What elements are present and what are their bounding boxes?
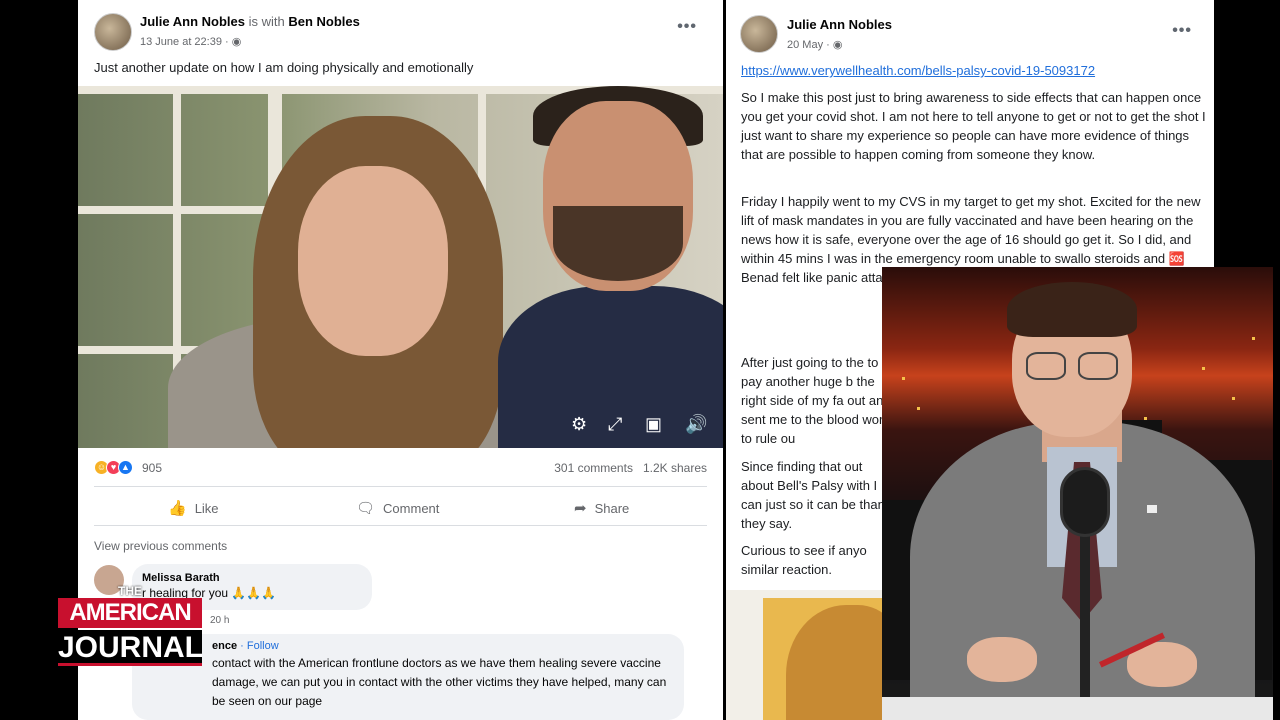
author-name[interactable]: Julie Ann Nobles [140, 14, 245, 29]
commenter-name-line: ence · Follow [142, 640, 674, 652]
show-logo: THE AMERICAN JOURNAL [56, 584, 204, 672]
share-button[interactable]: ➦ Share [574, 499, 629, 517]
more-options-icon[interactable]: ••• [1172, 22, 1192, 40]
share-icon: ➦ [574, 500, 587, 517]
post-meta: 20 May · ◉ [787, 38, 842, 51]
like-icon: ▲ [118, 460, 133, 475]
post-header: Julie Ann Nobles [787, 17, 892, 32]
post-paragraph: Since finding that out about Bell's Pals… [741, 459, 885, 531]
comment-time[interactable]: 20 h [210, 615, 229, 626]
post-meta: 13 June at 22:39 · ◉ [140, 35, 241, 48]
thumbs-up-icon: 👍 [168, 500, 187, 517]
commenter-name[interactable]: ence [212, 640, 237, 652]
post-date[interactable]: 13 June at 22:39 · [140, 36, 229, 48]
like-label: Like [194, 500, 219, 516]
article-link[interactable]: https://www.verywellhealth.com/bells-pal… [741, 63, 1095, 78]
post-paragraph: After just going to the to pay another h… [741, 355, 891, 446]
link-preview-image[interactable] [726, 590, 886, 720]
shares-count[interactable]: 1.2K shares [643, 461, 707, 475]
author-name[interactable]: Julie Ann Nobles [787, 17, 892, 32]
comment-icon: 🗨 [356, 500, 376, 517]
commenter-name[interactable]: Melissa Barath [142, 572, 362, 584]
post-paragraph: So I make this post just to bring awaren… [741, 90, 1206, 162]
post-date[interactable]: 20 May · [787, 39, 830, 51]
tagged-name[interactable]: Ben Nobles [288, 14, 360, 29]
with-text: is with [248, 14, 285, 29]
video-player[interactable]: ⚙ ⤢ ▣ 🔊 [78, 86, 723, 448]
author-avatar[interactable] [740, 15, 778, 53]
globe-icon: ◉ [231, 36, 242, 48]
comment-text: contact with the American frontlune doct… [212, 656, 667, 708]
comment-bubble: ence · Follow contact with the American … [132, 634, 684, 720]
glasses-icon [1022, 352, 1122, 382]
microphone-icon [1060, 467, 1110, 537]
comments-count[interactable]: 301 comments [554, 461, 633, 475]
reactions-summary[interactable]: ☺ ♥ ▲ 905 [94, 460, 162, 475]
comment-button[interactable]: 🗨 Comment [356, 499, 439, 517]
logo-the: THE [118, 584, 142, 598]
divider [94, 486, 707, 487]
logo-american: AMERICAN [58, 598, 202, 628]
author-avatar[interactable] [94, 13, 132, 51]
volume-icon[interactable]: 🔊 [685, 414, 707, 435]
expand-icon[interactable]: ⤢ [608, 414, 622, 435]
logo-journal: JOURNAL [58, 630, 204, 666]
gear-icon[interactable]: ⚙ [571, 414, 587, 435]
post-paragraph: Curious to see if anyo similar reaction. [741, 543, 867, 577]
picture-in-picture-icon[interactable]: ▣ [645, 414, 662, 435]
more-options-icon[interactable]: ••• [677, 18, 697, 36]
host-video-inset [882, 267, 1273, 720]
follow-link[interactable]: · Follow [237, 640, 279, 652]
post-caption: Just another update on how I am doing ph… [94, 60, 474, 75]
reaction-count: 905 [142, 460, 163, 475]
globe-icon: ◉ [832, 39, 843, 51]
like-button[interactable]: 👍 Like [168, 499, 219, 517]
post-header: Julie Ann Nobles is with Ben Nobles [140, 14, 360, 29]
post-stats: 301 comments 1.2K shares [554, 461, 707, 475]
comment-label: Comment [383, 500, 440, 516]
view-previous-comments-link[interactable]: View previous comments [94, 539, 227, 553]
share-label: Share [594, 500, 630, 516]
divider [94, 525, 707, 526]
